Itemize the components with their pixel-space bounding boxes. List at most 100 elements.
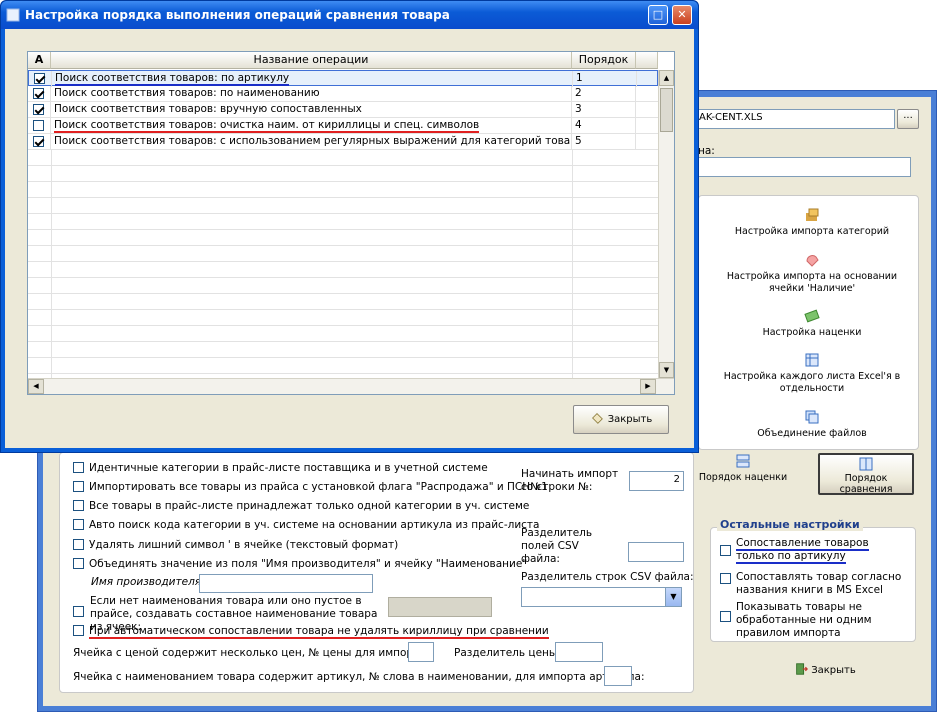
grid-divider <box>51 150 52 378</box>
scroll-left-icon[interactable]: ◀ <box>28 379 44 394</box>
checkbox[interactable] <box>73 500 84 511</box>
compare-order-icon <box>859 457 873 471</box>
cell-name: Поиск соответствия товаров: очистка наим… <box>51 118 572 134</box>
text-field[interactable] <box>698 157 911 177</box>
name-cell-label: Ячейка с наименованием товара содержит а… <box>73 671 645 683</box>
checkbox[interactable] <box>33 136 44 147</box>
column-header-active[interactable]: A <box>28 52 51 69</box>
exit-icon <box>796 663 809 675</box>
markup-order-button[interactable]: Порядок наценки <box>688 453 798 484</box>
option-single-category[interactable]: Все товары в прайс-листе принадлежат тол… <box>73 500 529 512</box>
checkbox[interactable] <box>720 545 731 556</box>
excel-sheet-icon <box>805 353 819 367</box>
csv-row-sep-select[interactable]: ▼ <box>521 587 682 607</box>
other-setting-label: Показывать товары не обработанные ни одн… <box>736 601 872 639</box>
dialog-titlebar[interactable]: Настройка порядка выполнения операций ср… <box>1 1 698 29</box>
checkbox[interactable] <box>33 120 44 131</box>
cell-order: 5 <box>572 134 636 150</box>
checkbox[interactable] <box>73 539 84 550</box>
checkbox[interactable] <box>73 481 84 492</box>
scroll-up-icon[interactable]: ▲ <box>659 70 674 86</box>
checkbox[interactable] <box>33 88 44 99</box>
article-word-field[interactable] <box>604 666 632 686</box>
operations-grid: A Название операции Порядок Поиск соотве… <box>27 51 675 395</box>
chevron-down-icon[interactable]: ▼ <box>665 588 681 606</box>
table-row[interactable]: Поиск соответствия товаров: вручную сопо… <box>28 102 658 118</box>
option-identical-categories[interactable]: Идентичные категории в прайс-листе поста… <box>73 462 488 474</box>
option-label: Импортировать все товары из прайса с уст… <box>89 481 548 493</box>
checkbox[interactable] <box>34 73 45 84</box>
close-window-button[interactable]: ✕ <box>672 5 692 25</box>
cell-name: Поиск соответствия товаров: по наименова… <box>51 86 572 102</box>
dialog-close-button[interactable]: Закрыть <box>573 405 669 434</box>
option-label: Идентичные категории в прайс-листе поста… <box>89 462 488 474</box>
price-index-field[interactable] <box>408 642 434 662</box>
tool-label: Настройка импорта на основании ячейки 'Н… <box>726 271 898 294</box>
csv-field-sep-field[interactable] <box>628 542 684 562</box>
file-path-field[interactable]: AK-CENT.XLS <box>695 109 895 129</box>
checkbox[interactable] <box>73 462 84 473</box>
start-row-label: Начинать импорт со строки №: <box>521 468 619 493</box>
checkbox[interactable] <box>33 104 44 115</box>
checkbox[interactable] <box>720 611 731 622</box>
maximize-icon: □ <box>652 8 664 21</box>
scroll-down-icon[interactable]: ▼ <box>659 362 674 378</box>
option-merge-manufacturer[interactable]: Объединять значение из поля "Имя произво… <box>73 558 527 570</box>
option-keep-cyrillic[interactable]: При автоматическом сопоставлении товара … <box>73 625 549 639</box>
cell-name: Поиск соответствия товаров: вручную сопо… <box>51 102 572 118</box>
vertical-scrollbar[interactable]: ▲ ▼ <box>658 70 674 378</box>
cell-active <box>29 71 52 87</box>
merge-files-tool[interactable]: Объединение файлов <box>712 409 912 440</box>
cell-active <box>28 134 51 150</box>
manufacturer-field[interactable] <box>199 574 373 593</box>
option-remove-apostrophe[interactable]: Удалять лишний символ ' в ячейке (тексто… <box>73 539 398 551</box>
tool-label: Настройка наценки <box>762 327 862 338</box>
option-composite-name[interactable] <box>73 600 89 617</box>
scroll-right-icon[interactable]: ▶ <box>640 379 656 394</box>
option-label: При автоматическом сопоставлении товара … <box>89 625 549 639</box>
main-close-button[interactable]: Закрыть <box>794 662 856 676</box>
checkbox[interactable] <box>73 558 84 569</box>
option-label: Авто поиск кода категории в уч. системе … <box>89 519 540 531</box>
column-header-name[interactable]: Название операции <box>51 52 572 69</box>
close-label: Закрыть <box>607 414 653 425</box>
table-row[interactable]: Поиск соответствия товаров: с использова… <box>28 134 658 150</box>
horizontal-scrollbar[interactable]: ◀ ▶ <box>28 378 674 394</box>
availability-icon <box>806 255 819 267</box>
checkbox[interactable] <box>73 519 84 530</box>
compare-order-button[interactable]: Порядок сравнения <box>818 453 914 495</box>
cell-order: 3 <box>572 102 636 118</box>
option-auto-category-search[interactable]: Авто поиск кода категории в уч. системе … <box>73 519 539 531</box>
csv-field-sep-label: Разделитель полей CSV файла: <box>521 527 593 565</box>
markup-tool[interactable]: Настройка наценки <box>712 308 912 339</box>
close-dialog-icon <box>591 413 603 424</box>
scroll-thumb[interactable] <box>660 88 673 132</box>
start-row-field[interactable]: 2 <box>629 471 684 491</box>
browse-button[interactable]: ... <box>897 109 919 129</box>
maximize-button[interactable]: □ <box>648 5 668 25</box>
checkbox[interactable] <box>73 606 84 617</box>
other-setting-unprocessed[interactable] <box>720 610 736 622</box>
cell-name: Поиск соответствия товаров: по артикулу <box>52 71 573 87</box>
close-label: Закрыть <box>811 665 856 676</box>
availability-import-tool[interactable]: Настройка импорта на основании ячейки 'Н… <box>712 252 912 295</box>
table-row[interactable]: Поиск соответствия товаров: по наименова… <box>28 86 658 102</box>
dialog-body: A Название операции Порядок Поиск соотве… <box>5 29 694 448</box>
other-setting-label: Сопоставлять товар согласно названия кни… <box>736 571 902 596</box>
composite-name-cells-field <box>388 597 492 617</box>
category-import-tool[interactable]: Настройка импорта категорий <box>712 207 912 238</box>
column-header-spacer <box>636 52 658 69</box>
merge-files-icon <box>805 410 819 424</box>
excel-sheet-tool[interactable]: Настройка каждого листа Excel'я в отдель… <box>712 352 912 395</box>
other-setting-excel-book[interactable] <box>720 572 736 584</box>
option-label: Все товары в прайс-листе принадлежат тол… <box>89 500 530 512</box>
other-setting-article-only[interactable] <box>720 544 736 556</box>
option-import-all-sale[interactable]: Импортировать все товары из прайса с уст… <box>73 481 548 493</box>
table-row[interactable]: Поиск соответствия товаров: очистка наим… <box>28 118 658 134</box>
table-row[interactable]: Поиск соответствия товаров: по артикулу … <box>28 70 658 87</box>
column-header-order[interactable]: Порядок <box>572 52 636 69</box>
close-icon: ✕ <box>677 8 687 21</box>
checkbox[interactable] <box>720 573 731 584</box>
checkbox[interactable] <box>73 625 84 636</box>
price-separator-field[interactable] <box>555 642 603 662</box>
